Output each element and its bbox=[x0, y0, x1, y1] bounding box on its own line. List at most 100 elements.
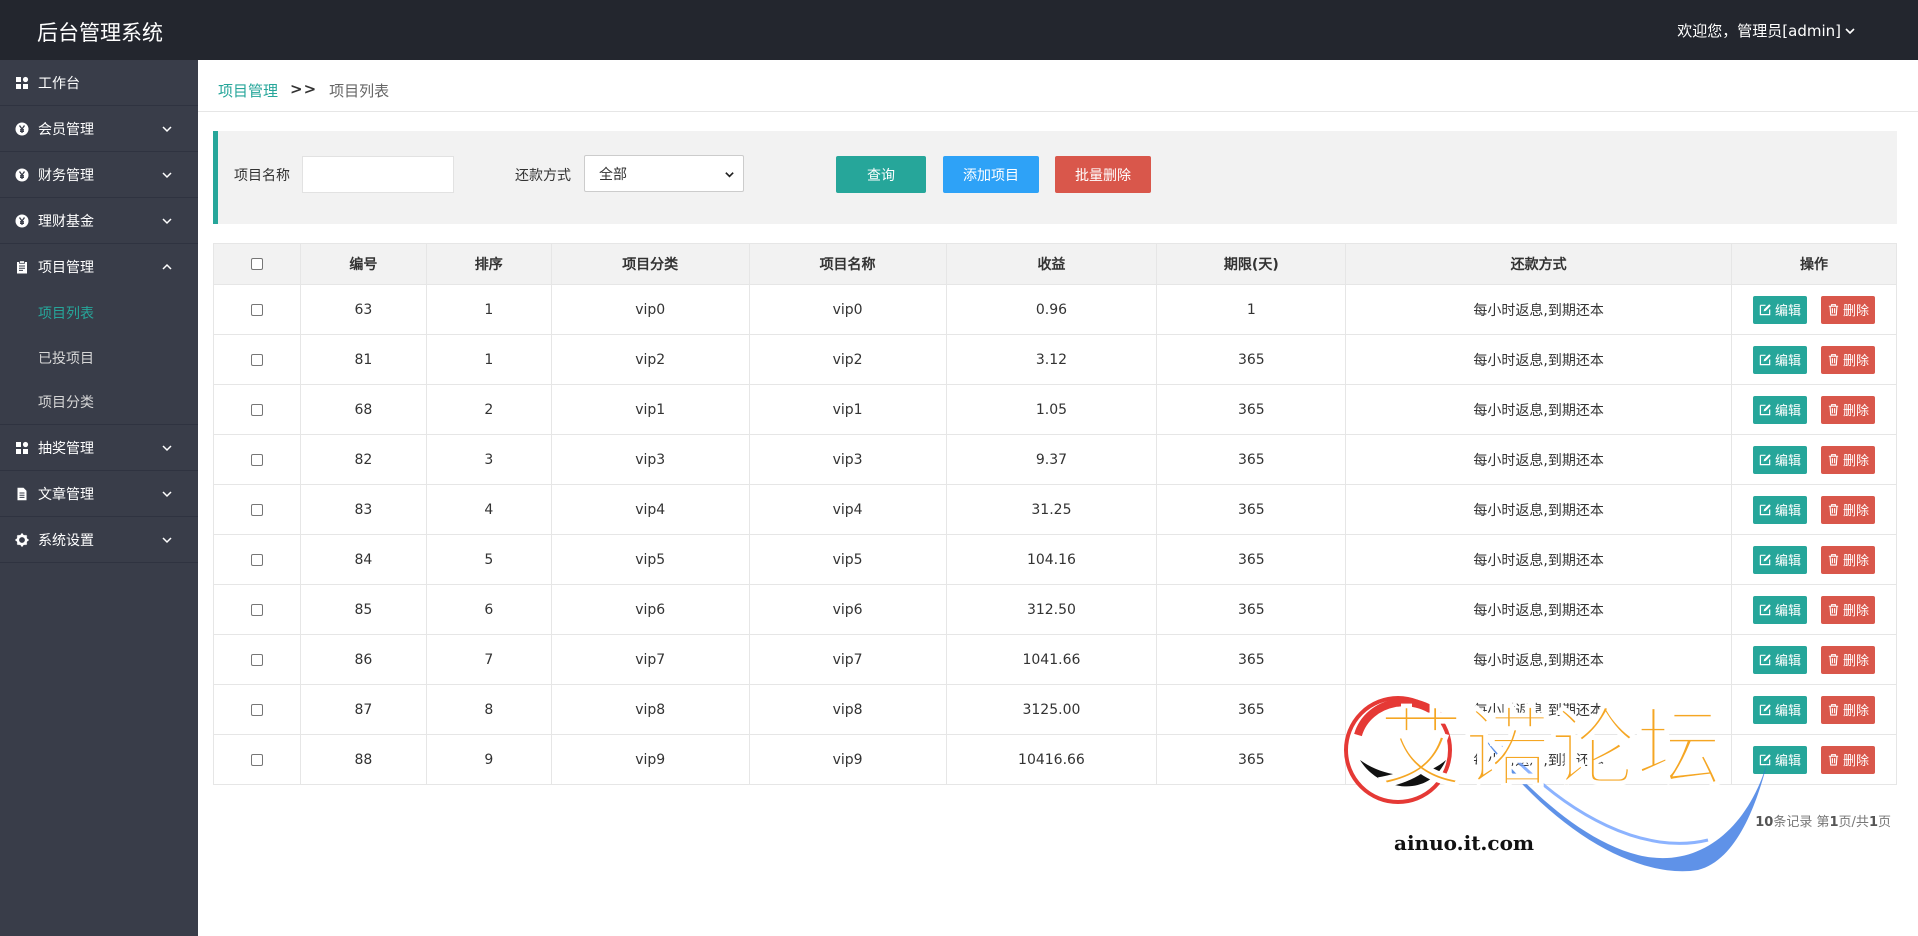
cell-sort: 1 bbox=[425, 284, 552, 335]
cell-repay-method: 每小时返息,到期还本 bbox=[1345, 334, 1732, 385]
project-name-input[interactable] bbox=[302, 156, 454, 193]
delete-button[interactable]: 删除 bbox=[1820, 595, 1875, 624]
column-header: 编号 bbox=[299, 243, 427, 285]
edit-icon bbox=[1759, 403, 1772, 416]
delete-label: 删除 bbox=[1842, 604, 1869, 619]
row-checkbox[interactable] bbox=[250, 603, 263, 616]
table-row: 85 6 vip6 vip6 312.50 365 每小时返息,到期还本 编辑 删除 bbox=[213, 584, 1898, 635]
query-button[interactable]: 查询 bbox=[836, 156, 926, 193]
delete-button[interactable]: 删除 bbox=[1820, 295, 1875, 324]
sidebar-item-articles[interactable]: 文章管理 bbox=[0, 471, 198, 517]
edit-button[interactable]: 编辑 bbox=[1752, 445, 1807, 474]
row-checkbox[interactable] bbox=[250, 703, 263, 716]
row-select-cell bbox=[213, 334, 301, 385]
row-checkbox[interactable] bbox=[250, 503, 263, 516]
edit-label: 编辑 bbox=[1774, 554, 1801, 569]
sidebar-item-projects[interactable]: 项目管理 bbox=[0, 244, 198, 290]
sidebar-item-settings[interactable]: 系统设置 bbox=[0, 517, 198, 563]
edit-label: 编辑 bbox=[1774, 504, 1801, 519]
breadcrumb-parent-link[interactable]: 项目管理 bbox=[218, 80, 278, 101]
subnav-item-project-list[interactable]: 项目列表 bbox=[0, 290, 198, 335]
cell-id: 86 bbox=[299, 634, 427, 685]
edit-icon bbox=[1759, 303, 1772, 316]
select-all-checkbox[interactable] bbox=[250, 258, 263, 270]
breadcrumb-separator: >> bbox=[290, 80, 318, 98]
cell-category: vip3 bbox=[550, 434, 750, 485]
subnav-item-project-categories[interactable]: 项目分类 bbox=[0, 380, 198, 425]
cell-id: 84 bbox=[299, 534, 427, 585]
cell-term: 365 bbox=[1156, 634, 1347, 685]
cell-name: vip6 bbox=[748, 584, 947, 635]
cell-repay-method: 每小时返息,到期还本 bbox=[1345, 284, 1732, 335]
row-checkbox[interactable] bbox=[250, 653, 263, 666]
delete-button[interactable]: 删除 bbox=[1820, 695, 1875, 724]
row-select-cell bbox=[213, 584, 301, 635]
delete-button[interactable]: 删除 bbox=[1820, 545, 1875, 574]
cell-category: vip4 bbox=[550, 484, 750, 535]
delete-button[interactable]: 删除 bbox=[1820, 345, 1875, 374]
row-checkbox[interactable] bbox=[250, 453, 263, 466]
delete-label: 删除 bbox=[1842, 304, 1869, 319]
cell-repay-method: 每小时返息,到期还本 bbox=[1345, 484, 1732, 535]
column-header: 收益 bbox=[945, 243, 1158, 285]
page-mid: 页/共 bbox=[1838, 815, 1869, 830]
cell-income: 9.37 bbox=[945, 434, 1158, 485]
chevron-down-icon bbox=[162, 218, 172, 225]
edit-button[interactable]: 编辑 bbox=[1752, 345, 1807, 374]
subnav-item-invested-projects[interactable]: 已投项目 bbox=[0, 335, 198, 380]
cell-actions: 编辑 删除 bbox=[1730, 534, 1898, 585]
edit-button[interactable]: 编辑 bbox=[1752, 395, 1807, 424]
column-header: 排序 bbox=[425, 243, 552, 285]
cell-sort: 5 bbox=[425, 534, 552, 585]
row-checkbox[interactable] bbox=[250, 553, 263, 566]
cell-id: 82 bbox=[299, 434, 427, 485]
repay-method-select[interactable]: 全部 bbox=[584, 155, 744, 192]
trash-icon bbox=[1827, 453, 1840, 466]
cell-actions: 编辑 删除 bbox=[1730, 484, 1898, 535]
sidebar-item-members[interactable]: 会员管理 bbox=[0, 106, 198, 152]
row-checkbox[interactable] bbox=[250, 353, 263, 366]
add-project-button[interactable]: 添加项目 bbox=[943, 156, 1039, 193]
row-checkbox[interactable] bbox=[250, 403, 263, 416]
dashboard-icon bbox=[15, 441, 29, 455]
edit-button[interactable]: 编辑 bbox=[1752, 495, 1807, 524]
row-checkbox[interactable] bbox=[250, 753, 263, 766]
batch-delete-button[interactable]: 批量删除 bbox=[1055, 156, 1151, 193]
edit-icon bbox=[1759, 553, 1772, 566]
cell-sort: 4 bbox=[425, 484, 552, 535]
user-menu[interactable]: 欢迎您，管理员[admin] bbox=[1677, 20, 1856, 41]
row-select-cell bbox=[213, 684, 301, 735]
page-suffix: 页 bbox=[1877, 815, 1891, 830]
cell-sort: 3 bbox=[425, 434, 552, 485]
cell-sort: 1 bbox=[425, 334, 552, 385]
column-header: 操作 bbox=[1730, 243, 1898, 285]
sidebar-item-finance[interactable]: 财务管理 bbox=[0, 152, 198, 198]
cell-id: 68 bbox=[299, 384, 427, 435]
delete-button[interactable]: 删除 bbox=[1820, 445, 1875, 474]
delete-button[interactable]: 删除 bbox=[1820, 395, 1875, 424]
cell-category: vip0 bbox=[550, 284, 750, 335]
column-header: 期限(天) bbox=[1156, 243, 1347, 285]
delete-label: 删除 bbox=[1842, 404, 1869, 419]
row-select-cell bbox=[213, 734, 301, 785]
page-prefix: 第 bbox=[1816, 815, 1830, 830]
edit-button[interactable]: 编辑 bbox=[1752, 545, 1807, 574]
edit-button[interactable]: 编辑 bbox=[1752, 595, 1807, 624]
select-all-cell bbox=[213, 243, 301, 285]
sidebar: 工作台 会员管理 财务管理 理财基金 项目管理 项目列表 已投项目 项目分类 抽… bbox=[0, 60, 198, 936]
cell-category: vip9 bbox=[550, 734, 750, 785]
watermark-url: ainuo.it.com bbox=[1394, 831, 1534, 855]
edit-button[interactable]: 编辑 bbox=[1752, 295, 1807, 324]
sidebar-item-lottery[interactable]: 抽奖管理 bbox=[0, 425, 198, 471]
cell-name: vip5 bbox=[748, 534, 947, 585]
delete-button[interactable]: 删除 bbox=[1820, 645, 1875, 674]
delete-button[interactable]: 删除 bbox=[1820, 495, 1875, 524]
sidebar-item-dashboard[interactable]: 工作台 bbox=[0, 60, 198, 106]
row-checkbox[interactable] bbox=[250, 303, 263, 316]
delete-button[interactable]: 删除 bbox=[1820, 745, 1875, 774]
cell-sort: 7 bbox=[425, 634, 552, 685]
sidebar-item-fund[interactable]: 理财基金 bbox=[0, 198, 198, 244]
user-greeting: 欢迎您，管理员[admin] bbox=[1677, 22, 1841, 40]
cell-income: 312.50 bbox=[945, 584, 1158, 635]
row-select-cell bbox=[213, 384, 301, 435]
